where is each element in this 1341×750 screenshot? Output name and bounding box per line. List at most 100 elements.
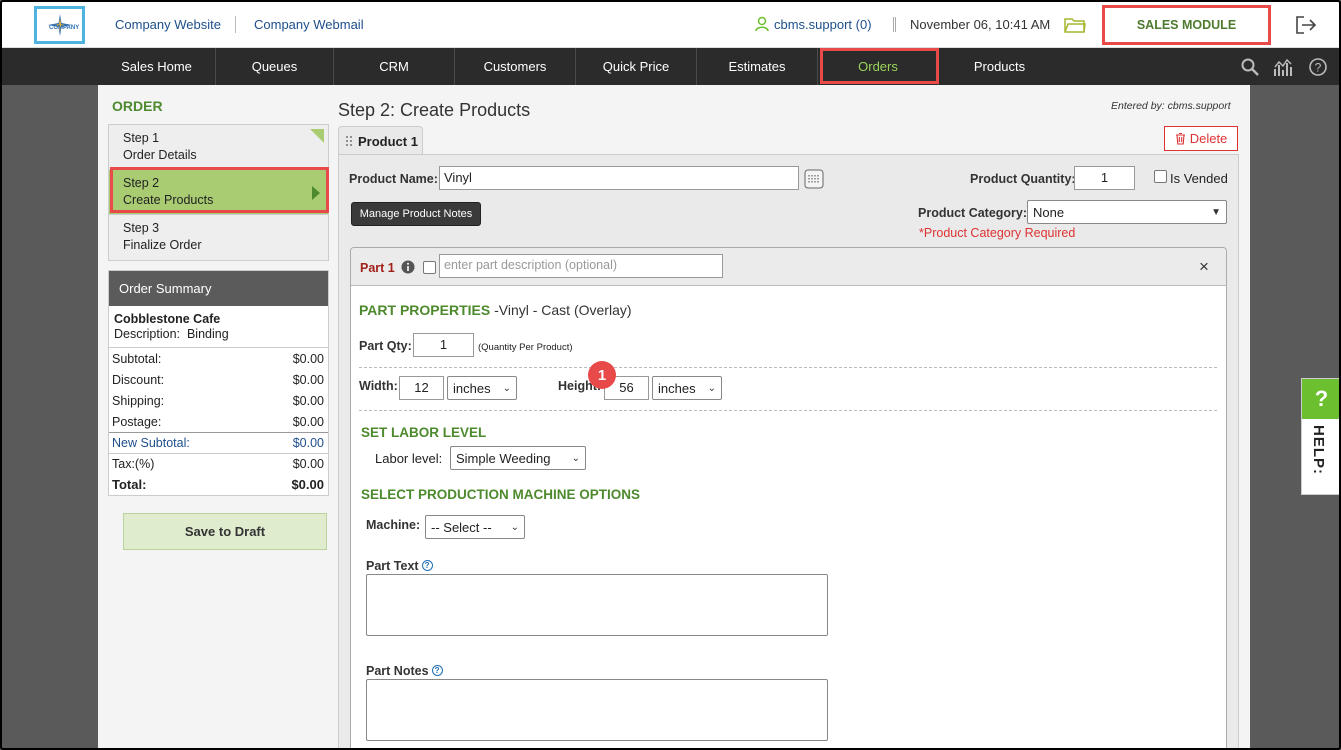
- step-number: Step 3: [123, 221, 160, 235]
- top-bar: COMPANY Company Website Company Webmail …: [2, 2, 1339, 48]
- product-category-select[interactable]: None ▼: [1027, 200, 1227, 224]
- page-title: Step 2: Create Products: [338, 100, 531, 120]
- nav-quick-price[interactable]: Quick Price: [576, 48, 697, 85]
- company-logo[interactable]: COMPANY: [34, 6, 85, 44]
- row-label: New Subtotal:: [112, 436, 190, 450]
- svg-text:?: ?: [1315, 61, 1322, 75]
- manage-product-notes-button[interactable]: Manage Product Notes: [351, 202, 481, 226]
- part-notes-label: Part Notes?: [366, 664, 443, 678]
- machine-label: Machine:: [366, 518, 421, 532]
- product-name-input[interactable]: Vinyl: [439, 166, 799, 190]
- delete-label: Delete: [1189, 131, 1228, 146]
- user-menu[interactable]: cbms.support (0): [754, 16, 872, 32]
- part-text-label: Part Text?: [366, 559, 433, 573]
- help-icon[interactable]: ?: [421, 560, 433, 571]
- logout-icon[interactable]: [1295, 14, 1319, 36]
- step-finalize-order[interactable]: Step 3 Finalize Order: [109, 215, 328, 260]
- tab-product-1[interactable]: Product 1: [338, 126, 423, 155]
- height-unit-select[interactable]: inches ⌄: [652, 376, 722, 400]
- orders-highlight-box: [820, 48, 939, 84]
- user-icon: [755, 16, 769, 32]
- summary-heading: Order Summary: [109, 271, 328, 306]
- nav-queues[interactable]: Queues: [216, 48, 334, 85]
- trash-icon: [1175, 132, 1185, 145]
- order-summary: Order Summary Cobblestone Cafe Descripti…: [108, 270, 329, 496]
- chevron-down-icon: ▼: [1211, 206, 1221, 218]
- step-order-details[interactable]: Step 1 Order Details: [109, 125, 328, 170]
- info-icon[interactable]: [401, 260, 415, 274]
- order-title: ORDER: [112, 98, 163, 114]
- part-select-checkbox[interactable]: [423, 261, 436, 274]
- row-label: Postage:: [112, 414, 162, 429]
- user-name: cbms.support (0): [774, 16, 872, 32]
- labor-level-heading: SET LABOR LEVEL: [361, 425, 487, 440]
- nav-estimates[interactable]: Estimates: [697, 48, 818, 85]
- search-icon[interactable]: [1240, 57, 1260, 77]
- company-website-link[interactable]: Company Website: [115, 17, 221, 32]
- chevron-down-icon: ⌄: [571, 452, 580, 464]
- step-number: Step 1: [123, 131, 160, 145]
- nav-customers[interactable]: Customers: [455, 48, 576, 85]
- row-label: Tax:(%): [112, 457, 155, 471]
- row-label: Shipping:: [112, 393, 165, 408]
- selected-value: -- Select --: [431, 519, 492, 535]
- summary-customer: Cobblestone Cafe Description: Binding: [109, 306, 328, 348]
- question-icon: ?: [1302, 379, 1339, 419]
- machine-options-heading: SELECT PRODUCTION MACHINE OPTIONS: [361, 487, 641, 502]
- divider: [893, 17, 896, 32]
- help-circle-icon[interactable]: ?: [1308, 57, 1328, 77]
- part-header: Part 1 enter part description (optional)…: [351, 248, 1226, 286]
- help-tab[interactable]: ? HELP:: [1301, 378, 1339, 495]
- nav-products[interactable]: Products: [939, 48, 1060, 85]
- row-label: Total:: [112, 477, 147, 492]
- folder-icon[interactable]: [1064, 15, 1086, 35]
- summary-row-shipping: Shipping: $0.00: [109, 390, 328, 411]
- nav-sales-home[interactable]: Sales Home: [98, 48, 216, 85]
- close-icon[interactable]: ×: [1199, 257, 1209, 277]
- row-label: Discount:: [112, 372, 165, 387]
- main-content: ORDER Step 1 Order Details Step 2 Create…: [98, 85, 1250, 748]
- part-label: Part 1: [360, 261, 395, 275]
- analytics-icon[interactable]: [1273, 57, 1293, 77]
- part-qty-note: (Quantity Per Product): [478, 342, 573, 353]
- machine-select[interactable]: -- Select -- ⌄: [425, 515, 525, 539]
- product-quantity-input[interactable]: 1: [1074, 166, 1135, 190]
- labor-level-select[interactable]: Simple Weeding ⌄: [450, 446, 586, 470]
- product-lookup-icon[interactable]: [804, 169, 824, 189]
- callout-badge: 1: [588, 361, 616, 389]
- width-unit-select[interactable]: inches ⌄: [447, 376, 517, 400]
- help-label: HELP:: [1310, 425, 1327, 475]
- company-webmail-link[interactable]: Company Webmail: [254, 17, 364, 32]
- drag-handle-icon[interactable]: [345, 135, 353, 147]
- row-value: $0.00: [292, 436, 324, 450]
- part-qty-input[interactable]: 1: [413, 333, 474, 357]
- row-value: $0.00: [292, 351, 324, 366]
- chevron-down-icon: ⌄: [502, 382, 511, 394]
- product-quantity-label: Product Quantity:: [970, 172, 1076, 186]
- nav-crm[interactable]: CRM: [334, 48, 455, 85]
- row-value: $0.00: [292, 393, 324, 408]
- part-text-textarea[interactable]: [366, 574, 828, 636]
- divider: [359, 410, 1217, 411]
- is-vended-label: Is Vended: [1170, 171, 1228, 186]
- tab-label: Product 1: [358, 133, 418, 149]
- width-input[interactable]: 12: [399, 376, 444, 400]
- product-panel: Product Name: Vinyl Manage Product Notes…: [338, 154, 1239, 748]
- part-notes-textarea[interactable]: [366, 679, 828, 741]
- summary-row-postage: Postage: $0.00: [109, 411, 328, 432]
- selected-value: inches: [453, 380, 491, 396]
- is-vended-checkbox[interactable]: [1154, 170, 1167, 183]
- step-label: Order Details: [123, 148, 197, 162]
- product-name-label: Product Name:: [349, 172, 438, 186]
- save-to-draft-button[interactable]: Save to Draft: [123, 513, 327, 550]
- row-value: $0.00: [292, 414, 324, 429]
- part-description-input[interactable]: enter part description (optional): [439, 254, 723, 278]
- help-icon[interactable]: ?: [431, 665, 443, 676]
- chevron-down-icon: ⌄: [707, 382, 716, 394]
- summary-row-subtotal: Subtotal: $0.00: [109, 348, 328, 369]
- row-value: $0.00: [292, 457, 324, 471]
- sales-module-button[interactable]: SALES MODULE: [1102, 5, 1271, 45]
- delete-button[interactable]: Delete: [1164, 126, 1238, 151]
- customer-name: Cobblestone Cafe: [114, 312, 221, 326]
- app-window: COMPANY Company Website Company Webmail …: [0, 0, 1341, 750]
